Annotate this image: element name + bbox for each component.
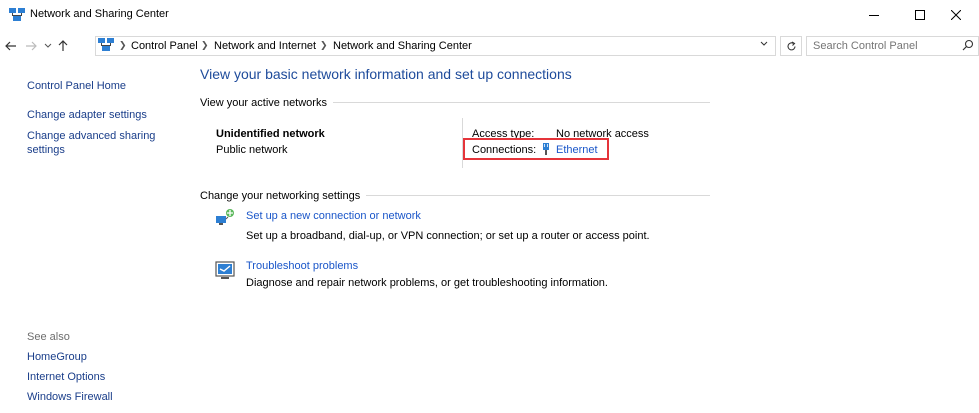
- refresh-button[interactable]: [780, 36, 802, 56]
- breadcrumb-separator-icon[interactable]: ❯: [320, 40, 328, 51]
- sidebar-control-panel-home[interactable]: Control Panel Home: [27, 80, 126, 92]
- active-networks-heading: View your active networks: [200, 97, 333, 109]
- see-also-windows-firewall[interactable]: Windows Firewall: [27, 391, 113, 403]
- arrow-up-icon: [58, 40, 68, 51]
- arrow-right-icon: [26, 41, 37, 51]
- sidebar-change-advanced-sharing-settings[interactable]: Change advanced sharing settings: [27, 129, 167, 157]
- minimize-icon: [869, 15, 879, 16]
- change-networking-settings-heading: Change your networking settings: [200, 190, 367, 202]
- close-icon: [951, 10, 961, 20]
- breadcrumb-separator-icon[interactable]: ❯: [201, 40, 209, 51]
- search-icon[interactable]: [962, 39, 974, 51]
- forward-button[interactable]: [22, 37, 40, 55]
- chevron-down-icon: [760, 41, 768, 46]
- sidebar-change-adapter-settings[interactable]: Change adapter settings: [27, 109, 147, 121]
- troubleshoot-link[interactable]: Troubleshoot problems: [246, 260, 358, 272]
- maximize-icon: [915, 10, 925, 20]
- arrow-left-icon: [5, 41, 16, 51]
- breadcrumb-network-and-sharing-center[interactable]: Network and Sharing Center: [333, 40, 472, 52]
- chevron-down-icon: [44, 43, 52, 48]
- breadcrumb-control-panel[interactable]: Control Panel: [131, 40, 198, 52]
- search-box[interactable]: [806, 36, 979, 56]
- close-button[interactable]: [933, 0, 979, 30]
- network-computers-icon: [9, 8, 25, 21]
- highlight-box: [463, 138, 609, 160]
- window-title: Network and Sharing Center: [30, 8, 169, 20]
- setup-connection-description: Set up a broadband, dial-up, or VPN conn…: [246, 230, 650, 242]
- up-button[interactable]: [54, 37, 72, 55]
- network-name: Unidentified network: [216, 128, 325, 140]
- recent-locations-button[interactable]: [42, 37, 54, 55]
- search-input[interactable]: [813, 40, 953, 52]
- troubleshoot-description: Diagnose and repair network problems, or…: [246, 277, 608, 289]
- see-also-label: See also: [27, 331, 70, 343]
- refresh-icon: [786, 41, 796, 50]
- see-also-internet-options[interactable]: Internet Options: [27, 371, 105, 383]
- back-button[interactable]: [2, 37, 20, 55]
- network-computers-icon: [98, 38, 114, 51]
- see-also-homegroup[interactable]: HomeGroup: [27, 351, 87, 363]
- page-title: View your basic network information and …: [200, 66, 572, 82]
- breadcrumb-separator-icon[interactable]: ❯: [119, 40, 127, 51]
- network-type: Public network: [216, 144, 288, 156]
- troubleshoot-icon[interactable]: [215, 260, 237, 280]
- minimize-button[interactable]: [851, 0, 897, 30]
- setup-connection-link[interactable]: Set up a new connection or network: [246, 210, 421, 222]
- network-setup-icon[interactable]: [215, 207, 237, 229]
- address-dropdown-button[interactable]: [760, 39, 768, 50]
- breadcrumb-network-and-internet[interactable]: Network and Internet: [214, 40, 316, 52]
